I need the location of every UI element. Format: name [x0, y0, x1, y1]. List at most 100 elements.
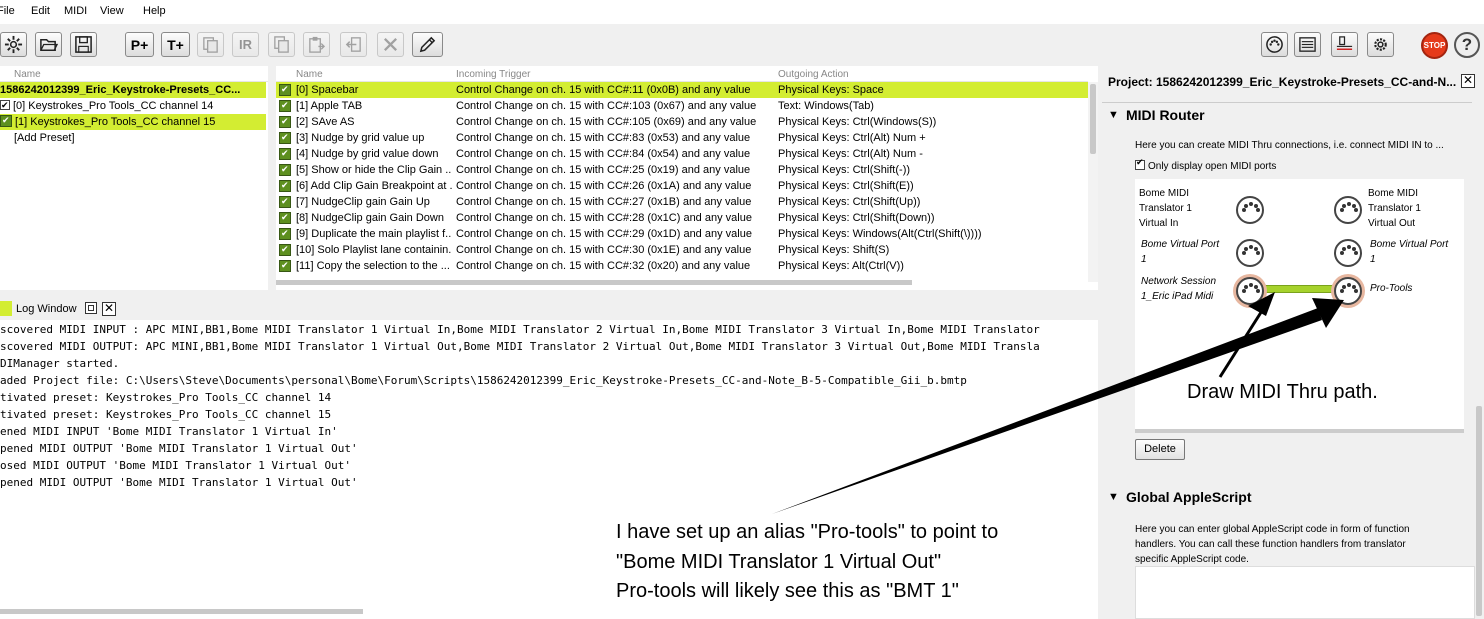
translator-row[interactable]: [7] NudgeClip gain Gain Up Control Change…: [276, 194, 1088, 210]
translator-checkbox[interactable]: [279, 242, 291, 258]
translator-checkbox[interactable]: [279, 194, 291, 210]
translator-checkbox[interactable]: [279, 82, 291, 98]
translator-name-cell: [2] SAve AS: [296, 116, 355, 128]
gear-icon[interactable]: [1367, 32, 1394, 57]
output-port-label: Pro-Tools: [1370, 283, 1413, 294]
translator-checkbox[interactable]: [279, 162, 291, 178]
translator-row[interactable]: [3] Nudge by grid value up Control Change…: [276, 130, 1088, 146]
scrollbar-thumb[interactable]: [1090, 84, 1096, 154]
incoming-column-header[interactable]: Incoming Trigger: [456, 69, 530, 80]
outgoing-column-header[interactable]: Outgoing Action: [778, 69, 849, 80]
translator-row[interactable]: [9] Duplicate the main playlist f... Cont…: [276, 226, 1088, 242]
vertical-scrollbar[interactable]: [1088, 82, 1098, 282]
translator-row[interactable]: [5] Show or hide the Clip Gain ... Contro…: [276, 162, 1088, 178]
collapse-triangle-icon[interactable]: ▼: [1108, 491, 1119, 503]
midi-in-port-icon[interactable]: [1236, 277, 1264, 305]
add-translator-icon[interactable]: T+: [161, 32, 190, 57]
stop-icon[interactable]: STOP: [1421, 32, 1448, 59]
project-row[interactable]: 1586242012399_Eric_Keystroke-Presets_CC.…: [0, 82, 266, 98]
close-icon[interactable]: ✕: [1461, 74, 1475, 88]
horizontal-scrollbar[interactable]: [276, 280, 912, 285]
midi-in-port-icon[interactable]: [1236, 196, 1264, 224]
log-line: osed MIDI OUTPUT 'Bome MIDI Translator 1…: [0, 459, 351, 472]
translator-outgoing-cell: Physical Keys: Ctrl(Windows(S)): [778, 116, 937, 128]
only-open-ports-option[interactable]: Only display open MIDI ports: [1135, 158, 1276, 172]
router-scrollbar[interactable]: [1135, 429, 1464, 433]
translator-checkbox[interactable]: [279, 258, 291, 274]
copy-icon[interactable]: [268, 32, 295, 57]
translator-row[interactable]: [8] NudgeClip gain Gain Down Control Chan…: [276, 210, 1088, 226]
move-icon[interactable]: [340, 32, 367, 57]
preset-name-header[interactable]: Name: [14, 69, 41, 80]
translator-outgoing-cell: Text: Windows(Tab): [778, 100, 874, 112]
applescript-editor[interactable]: [1135, 566, 1475, 619]
port-pin: [1249, 202, 1253, 206]
port-pin: [1340, 208, 1344, 212]
midi-out-port-icon[interactable]: [1334, 196, 1362, 224]
port-pin: [1242, 289, 1246, 293]
menu-edit[interactable]: Edit: [31, 5, 50, 17]
translator-outgoing-cell: Physical Keys: Ctrl(Shift(-)): [778, 164, 911, 176]
translator-checkbox[interactable]: [279, 178, 291, 194]
rename-icon[interactable]: IR: [232, 32, 259, 57]
collapse-triangle-icon[interactable]: ▼: [1108, 109, 1119, 121]
add-preset-link[interactable]: [Add Preset]: [14, 130, 75, 146]
port-pin: [1244, 247, 1248, 251]
menu-file[interactable]: File: [0, 5, 15, 17]
name-column-header[interactable]: Name: [296, 69, 323, 80]
translator-checkbox[interactable]: [279, 98, 291, 114]
preset-row[interactable]: [1] Keystrokes_Pro Tools_CC channel 15: [0, 114, 266, 130]
translator-row[interactable]: [6] Add Clip Gain Breakpoint at ... Contr…: [276, 178, 1088, 194]
log-line: pened MIDI OUTPUT 'Bome MIDI Translator …: [0, 476, 358, 489]
close-icon[interactable]: ✕: [102, 302, 116, 316]
port-pin: [1242, 251, 1246, 255]
port-pin: [1354, 289, 1358, 293]
translator-row[interactable]: [1] Apple TAB Control Change on ch. 15 wi…: [276, 98, 1088, 114]
help-icon[interactable]: ?: [1454, 32, 1480, 58]
midi-port-icon[interactable]: [1261, 32, 1288, 57]
edit-pencil-icon[interactable]: [412, 32, 443, 57]
midi-out-port-icon[interactable]: [1334, 277, 1362, 305]
settings-icon[interactable]: [0, 32, 27, 57]
only-open-ports-checkbox[interactable]: [1135, 158, 1145, 170]
translator-row[interactable]: [4] Nudge by grid value down Control Chan…: [276, 146, 1088, 162]
midi-in-port-icon[interactable]: [1236, 239, 1264, 267]
paste-icon[interactable]: [303, 32, 330, 57]
translator-row[interactable]: [0] Spacebar Control Change on ch. 15 wit…: [276, 82, 1088, 98]
translator-checkbox[interactable]: [279, 114, 291, 130]
preset-row[interactable]: [0] Keystrokes_Pro Tools_CC channel 14: [0, 98, 266, 114]
log-line: scovered MIDI OUTPUT: APC MINI,BB1,Bome …: [0, 340, 1040, 353]
open-folder-icon[interactable]: [35, 32, 62, 57]
preset-checkbox[interactable]: [0, 114, 12, 129]
midi-out-port-icon[interactable]: [1334, 239, 1362, 267]
translator-incoming-cell: Control Change on ch. 15 with CC#:25 (0x…: [456, 164, 751, 176]
translator-incoming-cell: Control Change on ch. 15 with CC#:30 (0x…: [456, 244, 752, 256]
delete-icon[interactable]: [377, 32, 404, 57]
port-pin: [1354, 251, 1358, 255]
translator-checkbox[interactable]: [279, 226, 291, 242]
translator-checkbox[interactable]: [279, 130, 291, 146]
midi-thru-path[interactable]: [1261, 285, 1345, 293]
panel-scrollbar-thumb[interactable]: [1476, 406, 1482, 616]
router-icon[interactable]: [1331, 32, 1358, 57]
delete-button[interactable]: Delete: [1135, 439, 1185, 460]
translator-incoming-cell: Control Change on ch. 15 with CC#:26 (0x…: [456, 180, 752, 192]
add-preset-icon[interactable]: P+: [125, 32, 154, 57]
translator-row[interactable]: [2] SAve AS Control Change on ch. 15 with…: [276, 114, 1088, 130]
translator-row[interactable]: [10] Solo Playlist lane containin... Cont…: [276, 242, 1088, 258]
menu-view[interactable]: View: [100, 5, 124, 17]
maximize-icon[interactable]: [85, 302, 97, 314]
port-pin: [1340, 251, 1344, 255]
menu-help[interactable]: Help: [143, 5, 166, 17]
menu-midi[interactable]: MIDI: [64, 5, 87, 17]
duplicate-icon[interactable]: [197, 32, 224, 57]
translator-checkbox[interactable]: [279, 146, 291, 162]
keyboard-icon[interactable]: [1294, 32, 1321, 57]
preset-list: Name 1586242012399_Eric_Keystroke-Preset…: [0, 66, 268, 290]
translator-row[interactable]: [11] Copy the selection to the ... Contro…: [276, 258, 1088, 274]
log-horizontal-scrollbar[interactable]: [0, 609, 363, 614]
translator-checkbox[interactable]: [279, 210, 291, 226]
save-icon[interactable]: [70, 32, 97, 57]
port-pin: [1256, 208, 1260, 212]
preset-checkbox[interactable]: [0, 98, 10, 114]
